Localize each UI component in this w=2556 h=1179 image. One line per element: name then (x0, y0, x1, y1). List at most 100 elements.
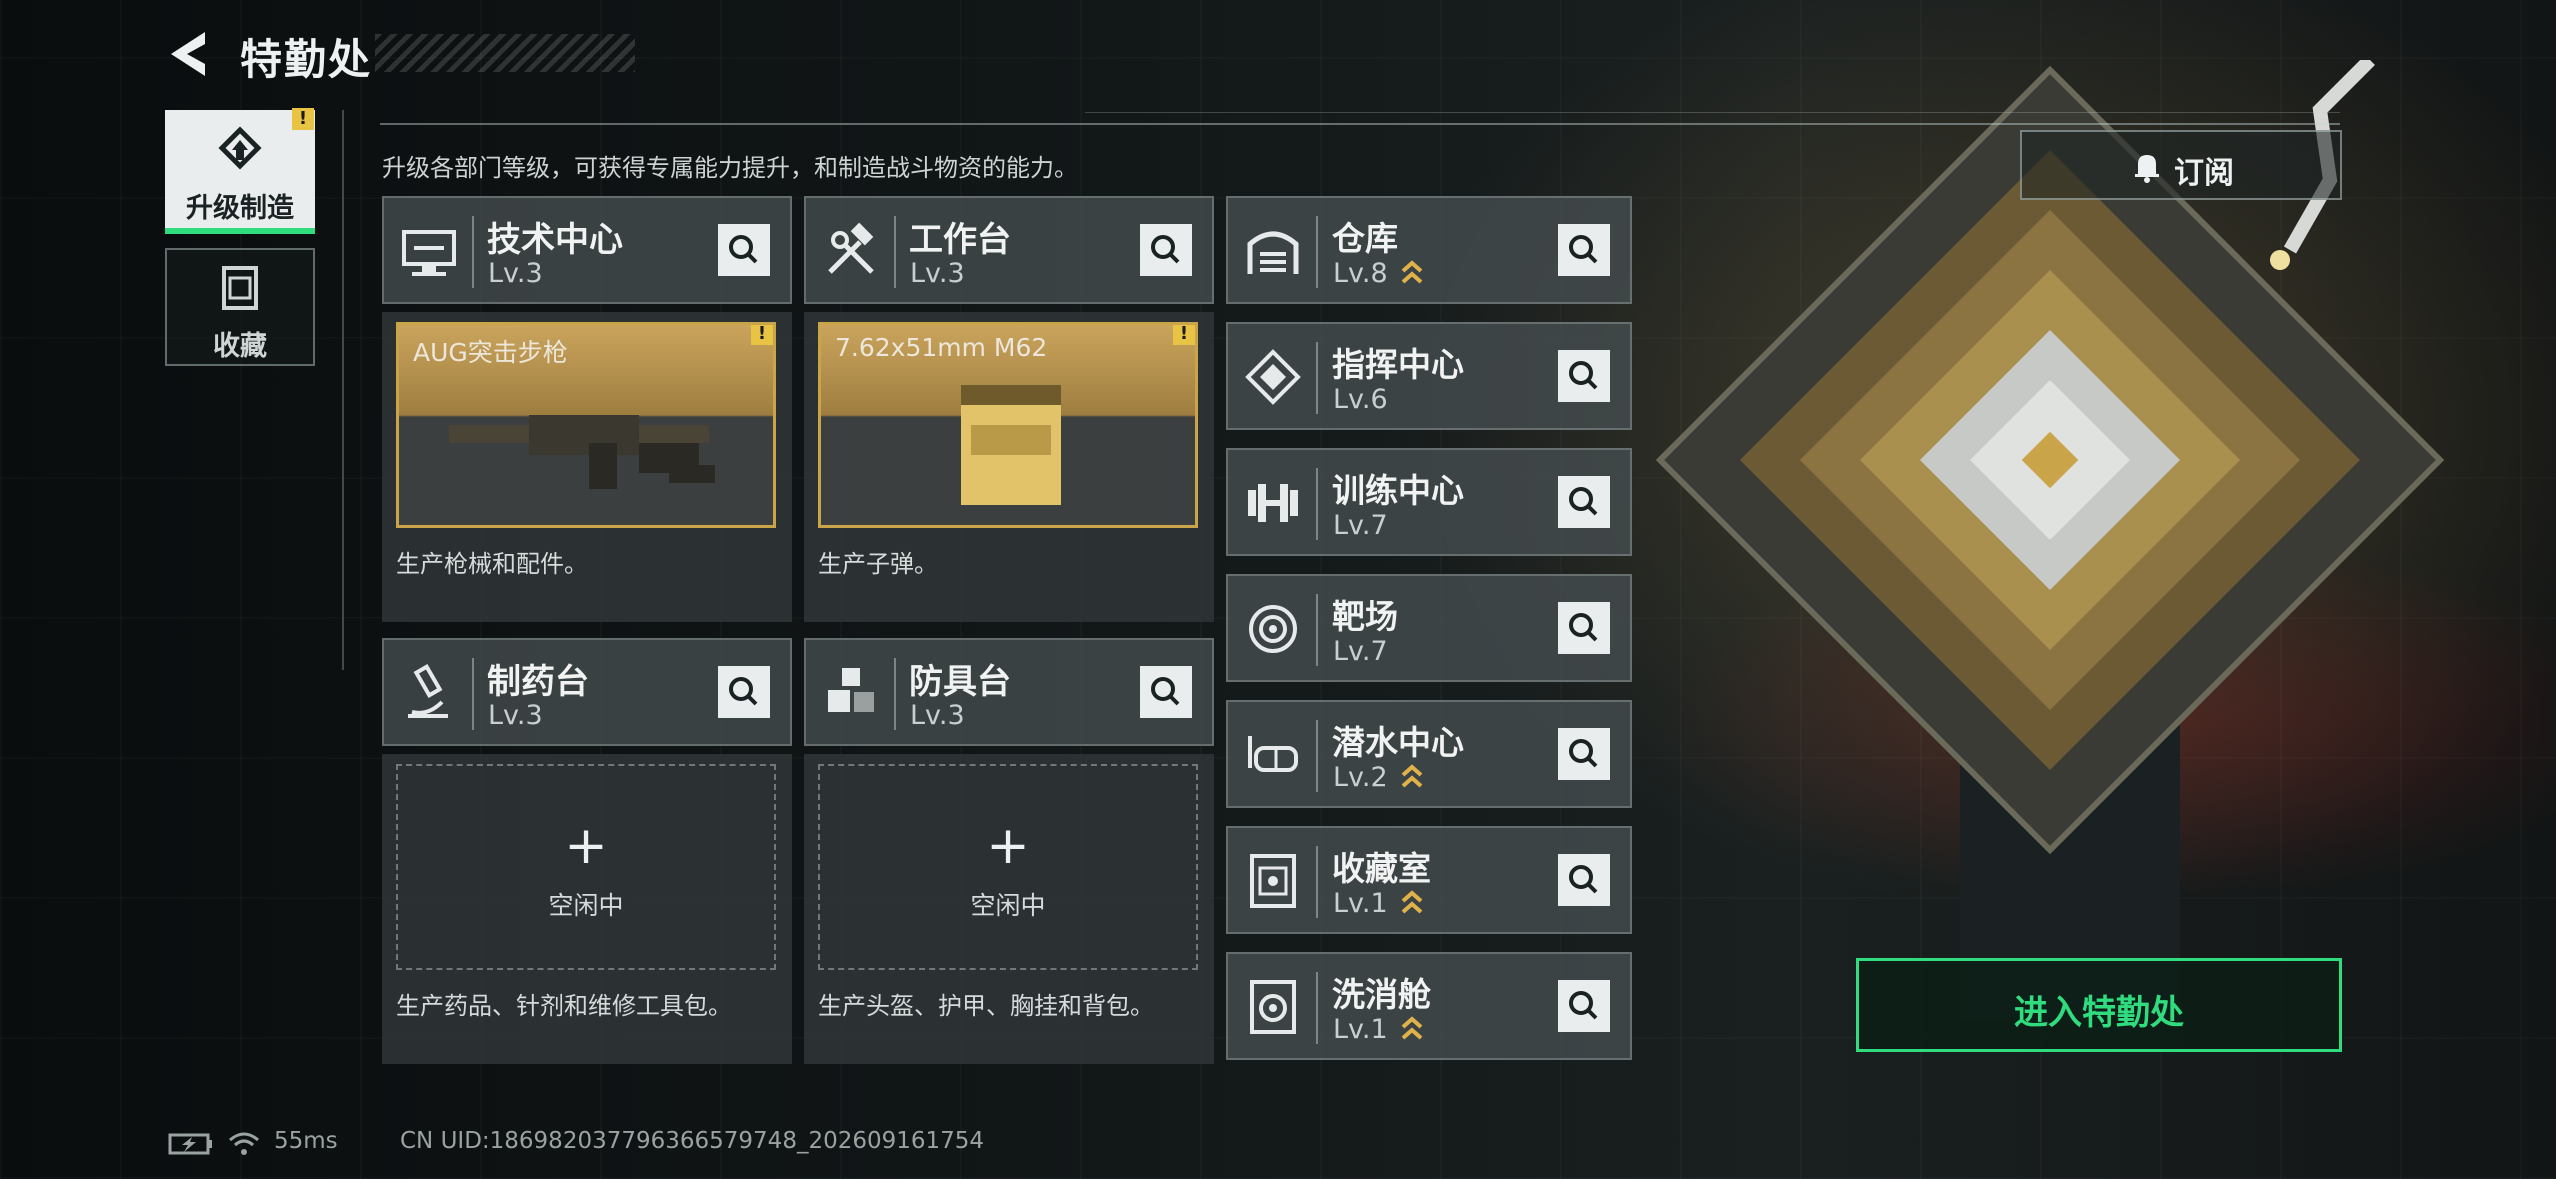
upgrade-available-icon (1401, 764, 1423, 788)
alert-badge: ! (1173, 325, 1195, 345)
monitor-icon (402, 230, 456, 276)
search-icon (1151, 235, 1180, 264)
blocks-icon (828, 668, 874, 712)
facility-body: AUG突击步枪 ! 生产枪械和配件。 (382, 312, 792, 622)
bell-icon (2135, 155, 2159, 183)
search-icon (1569, 613, 1598, 642)
microscope-icon (408, 664, 448, 718)
header-separator (1316, 216, 1318, 288)
header-separator (894, 658, 896, 730)
building-decontamination[interactable]: 洗消舱 Lv.1 (1226, 952, 1632, 1060)
idle-label: 空闲中 (970, 891, 1046, 920)
search-button[interactable] (718, 224, 770, 276)
building-warehouse[interactable]: 仓库 Lv.8 (1226, 196, 1632, 304)
production-slot[interactable]: 7.62x51mm M62 ! (818, 322, 1198, 528)
tools-icon (828, 222, 874, 274)
building-collection-room[interactable]: 收藏室 Lv.1 (1226, 826, 1632, 934)
empty-production-slot[interactable]: + 空闲中 (818, 764, 1198, 970)
upgrade-available-icon (1401, 890, 1423, 914)
empty-production-slot[interactable]: + 空闲中 (396, 764, 776, 970)
building-level: Lv.8 (1333, 258, 1388, 289)
upgrade-available-icon (1401, 1016, 1423, 1040)
building-level: Lv.6 (1333, 384, 1388, 415)
production-slot[interactable]: AUG突击步枪 ! (396, 322, 776, 528)
special-ops-cube-artwork (1655, 60, 2445, 1020)
facility-level: Lv.3 (488, 700, 543, 731)
facility-name: 防具台 (909, 662, 1011, 702)
facility-name: 制药台 (487, 662, 589, 702)
search-icon (1569, 991, 1598, 1020)
rifle-image (449, 415, 715, 489)
enter-label: 进入特勤处 (2014, 993, 2184, 1033)
nav-label: 收藏 (213, 331, 267, 362)
facility-header[interactable]: 工作台 Lv.3 (804, 196, 1214, 304)
building-name: 指挥中心 (1332, 345, 1464, 384)
building-name: 收藏室 (1332, 849, 1431, 888)
search-icon (1569, 361, 1598, 390)
search-icon (729, 677, 758, 706)
header-divider-thin (1085, 112, 2340, 113)
add-icon: + (564, 816, 608, 876)
search-button[interactable] (1558, 854, 1610, 906)
search-button[interactable] (718, 666, 770, 718)
search-icon (729, 235, 758, 264)
back-arrow-icon[interactable] (165, 28, 215, 80)
page-title: 特勤处 (240, 35, 373, 84)
facility-level: Lv.3 (488, 258, 543, 289)
warehouse-icon (1247, 231, 1299, 274)
header-divider (380, 123, 2340, 125)
diving-mask-icon (1248, 736, 1298, 772)
side-divider (342, 110, 344, 670)
facility-header[interactable]: 制药台 Lv.3 (382, 638, 792, 746)
facility-level: Lv.3 (910, 258, 965, 289)
wifi-icon (229, 1132, 259, 1155)
intro-text: 升级各部门等级，可获得专属能力提升，和制造战斗物资的能力。 (382, 154, 1078, 182)
search-icon (1151, 677, 1180, 706)
header-separator (894, 216, 896, 288)
facility-description: 生产药品、针剂和维修工具包。 (396, 992, 732, 1020)
nav-label: 升级制造 (186, 193, 294, 224)
collection-icon (222, 266, 258, 310)
search-button[interactable] (1558, 476, 1610, 528)
facility-body: + 空闲中 生产头盔、护甲、胸挂和背包。 (804, 754, 1214, 1064)
facility-header[interactable]: 技术中心 Lv.3 (382, 196, 792, 304)
facility-header[interactable]: 防具台 Lv.3 (804, 638, 1214, 746)
upgrade-icon (218, 126, 262, 170)
building-diving-center[interactable]: 潜水中心 Lv.2 (1226, 700, 1632, 808)
enter-special-ops-button[interactable]: 进入特勤处 (1856, 958, 2342, 1052)
building-command-center[interactable]: 指挥中心 Lv.6 (1226, 322, 1632, 430)
subscribe-label: 订阅 (2174, 156, 2234, 191)
building-shooting-range[interactable]: 靶场 Lv.7 (1226, 574, 1632, 682)
facility-level: Lv.3 (910, 700, 965, 731)
header-separator (1316, 594, 1318, 666)
search-button[interactable] (1140, 666, 1192, 718)
product-name: 7.62x51mm M62 (835, 333, 1048, 362)
collection-room-icon (1250, 854, 1296, 908)
facility-body: 7.62x51mm M62 ! 生产子弹。 (804, 312, 1214, 622)
search-button[interactable] (1558, 728, 1610, 780)
target-icon (1249, 605, 1297, 653)
search-icon (1569, 487, 1598, 516)
subscribe-button[interactable]: 订阅 (2020, 130, 2342, 200)
alert-badge: ! (751, 325, 773, 345)
building-level: Lv.2 (1333, 762, 1388, 793)
search-button[interactable] (1558, 224, 1610, 276)
header-separator (472, 216, 474, 288)
building-name: 潜水中心 (1332, 723, 1464, 762)
facility-description: 生产子弹。 (818, 550, 938, 578)
search-button[interactable] (1558, 980, 1610, 1032)
title-decoration (375, 34, 635, 72)
search-button[interactable] (1558, 350, 1610, 402)
product-name: AUG突击步枪 (413, 338, 568, 367)
building-training-center[interactable]: 训练中心 Lv.7 (1226, 448, 1632, 556)
header-separator (1316, 720, 1318, 792)
building-level: Lv.1 (1333, 1014, 1388, 1045)
facility-name: 技术中心 (487, 220, 623, 260)
dumbbell-icon (1248, 484, 1298, 522)
search-button[interactable] (1140, 224, 1192, 276)
command-icon (1245, 349, 1301, 405)
header-separator (1316, 468, 1318, 540)
nav-tab-collection[interactable]: 收藏 (165, 248, 315, 366)
search-icon (1569, 235, 1598, 264)
search-button[interactable] (1558, 602, 1610, 654)
